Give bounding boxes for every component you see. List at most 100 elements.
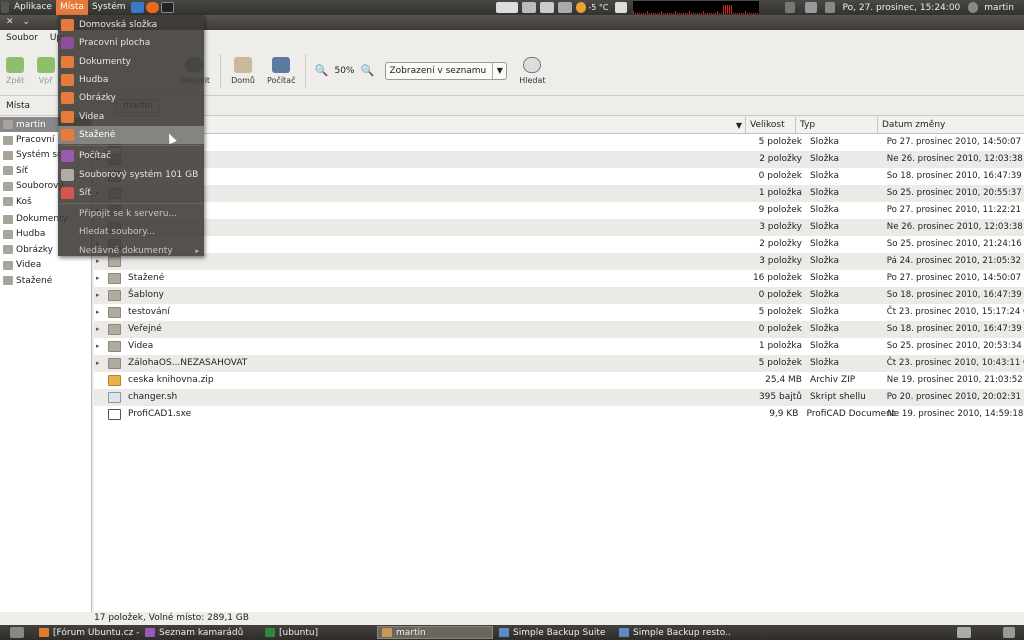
- taskbar-item[interactable]: [ubuntu]: [261, 626, 375, 639]
- show-desktop-icon[interactable]: [10, 627, 24, 638]
- table-row[interactable]: ▸ ZálohaOS...NEZASAHOVAT 5 položek Složka Čt…: [94, 355, 1024, 372]
- expander-icon[interactable]: ▸: [96, 321, 104, 338]
- places-menu-item[interactable]: Souborový systém 101 GB: [58, 165, 204, 183]
- table-row[interactable]: ▸ Stažené 16 položek Složka Po 27. prosinec …: [94, 270, 1024, 287]
- network-status-icon[interactable]: [784, 2, 795, 13]
- monitor-icon[interactable]: [540, 2, 555, 13]
- table-row[interactable]: ▸ testování 5 položek Složka Čt 23. prosinec…: [94, 304, 1024, 321]
- weather-temperature[interactable]: -5 °C: [588, 3, 608, 12]
- table-row[interactable]: ▸3 položkySložkaNe 26. prosinec 2010, 12…: [94, 219, 1024, 236]
- table-row[interactable]: ▸5 položekSložkaPo 27. prosinec 2010, 14…: [94, 134, 1024, 151]
- user-name[interactable]: martin: [984, 3, 1014, 13]
- places-pane-label[interactable]: Místa: [6, 101, 30, 111]
- table-row[interactable]: ▸ 3 položky Složka Pá 24. prosinec 2010, 21…: [94, 253, 1024, 270]
- places-menu-item[interactable]: Pracovní plocha: [58, 34, 204, 52]
- cell-type: Složka: [809, 256, 839, 266]
- close-icon[interactable]: ✕: [6, 17, 14, 27]
- table-row[interactable]: ▸ 2 položky Složka So 25. prosinec 2010, 21…: [94, 236, 1024, 253]
- column-date[interactable]: Datum změny: [878, 117, 1024, 134]
- keyboard-layout-icon[interactable]: [522, 2, 537, 13]
- back-button[interactable]: Zpět: [0, 50, 31, 92]
- volume-icon[interactable]: [824, 2, 835, 13]
- table-row[interactable]: ▸2 položkySložkaNe 26. prosinec 2010, 12…: [94, 151, 1024, 168]
- column-size[interactable]: Velikost: [746, 117, 796, 134]
- app-icon: [619, 628, 629, 637]
- dropdown-arrow-icon: ▼: [492, 62, 506, 79]
- places-menu-label: Hudba: [79, 75, 109, 86]
- cell-size: 5 položek: [758, 307, 802, 317]
- toolbar-separator: [220, 53, 222, 88]
- view-mode-select[interactable]: Zobrazení v seznamu ▼: [384, 61, 508, 80]
- trash-icon[interactable]: [1003, 627, 1015, 638]
- taskbar-item[interactable]: Simple Backup resto...: [615, 626, 731, 639]
- computer-button[interactable]: Počítač: [261, 50, 302, 92]
- expander-icon[interactable]: ▸: [96, 270, 104, 287]
- places-menu-item[interactable]: Videa: [58, 107, 204, 125]
- table-row[interactable]: ▸ Šablony 0 položek Složka So 18. prosinec 2…: [94, 287, 1024, 304]
- taskbar-item[interactable]: martin: [377, 626, 493, 639]
- places-menu-item[interactable]: Domovská složka: [58, 16, 204, 34]
- image-viewer-icon[interactable]: [558, 2, 573, 13]
- column-type[interactable]: Typ: [796, 117, 878, 134]
- expander-icon[interactable]: ▸: [96, 287, 104, 304]
- cell-date: So 25. prosinec 2010, 20:53:34 CET: [886, 341, 1024, 351]
- folder-icon: [3, 166, 13, 176]
- expander-icon[interactable]: ▸: [96, 338, 104, 355]
- table-row[interactable]: ▸ Videa 1 položka Složka So 25. prosinec 201…: [94, 338, 1024, 355]
- workspace-switcher-icon[interactable]: [957, 627, 971, 638]
- places-menu-item[interactable]: Stažené: [58, 125, 204, 145]
- menu-places[interactable]: Místa: [55, 0, 88, 15]
- clock[interactable]: Po, 27. prosinec, 15:24:00: [843, 3, 961, 13]
- taskbar-item[interactable]: [Fórum Ubuntu.cz - In...: [35, 626, 139, 639]
- applet-icon[interactable]: [614, 2, 627, 13]
- menu-system[interactable]: Systém: [88, 0, 130, 15]
- computer-icon: [272, 56, 291, 73]
- zoom-in-icon[interactable]: 🔍: [361, 64, 375, 77]
- places-menu-item[interactable]: Hudba: [58, 71, 204, 89]
- chevron-down-icon[interactable]: ⌄: [22, 17, 30, 27]
- menu-file[interactable]: Soubor: [0, 33, 44, 43]
- zoom-out-icon[interactable]: 🔍: [314, 64, 329, 77]
- places-menu-item[interactable]: Dokumenty: [58, 53, 204, 71]
- expander-icon[interactable]: ▸: [96, 355, 104, 372]
- places-menu-action[interactable]: Nedávné dokumenty ▸: [58, 242, 204, 260]
- folder-icon: [3, 276, 13, 286]
- places-menu-item[interactable]: Síť: [58, 184, 204, 202]
- table-row[interactable]: ceska knihovna.zip 25,4 MB Archiv ZIP Ne 19…: [94, 372, 1024, 389]
- firefox-icon[interactable]: [145, 2, 159, 13]
- forward-button[interactable]: Vpř: [31, 50, 61, 92]
- place-icon: [61, 37, 74, 50]
- terminal-icon[interactable]: [160, 2, 174, 13]
- places-menu-action[interactable]: Hledat soubory...: [58, 223, 204, 241]
- expander-icon[interactable]: ▸: [96, 304, 104, 321]
- mouse-icon[interactable]: [496, 2, 519, 13]
- cell-type: Složka: [809, 341, 839, 351]
- arrow-left-icon: [6, 56, 25, 73]
- weather-icon[interactable]: [576, 2, 587, 13]
- table-row[interactable]: changer.sh 395 bajtů Skript shellu Po 20. p…: [94, 389, 1024, 406]
- home-button[interactable]: Domů: [225, 50, 261, 92]
- cell-size: 3 položky: [759, 256, 802, 266]
- menu-applications[interactable]: Aplikace: [10, 0, 56, 15]
- places-menu-action[interactable]: Připojit se k serveru...: [58, 205, 204, 223]
- search-button[interactable]: Hledat: [513, 50, 551, 92]
- table-row[interactable]: ▸ Veřejné 0 položek Složka So 18. prosinec 2…: [94, 321, 1024, 338]
- file-name: Šablony: [128, 290, 164, 300]
- toolbar-separator: [305, 53, 307, 88]
- places-menu-item[interactable]: Počítač: [58, 147, 204, 165]
- sidebar-item-label: Síť: [16, 165, 28, 176]
- table-row[interactable]: ProfiCAD1.sxe 9,9 KB ProfiCAD Document Ne 1…: [94, 406, 1024, 423]
- system-monitor-graph[interactable]: [632, 1, 759, 14]
- taskbar-item[interactable]: Simple Backup Suite: [495, 626, 613, 639]
- network-app-icon[interactable]: [130, 2, 144, 13]
- mail-icon[interactable]: [804, 2, 817, 13]
- power-icon[interactable]: [968, 2, 979, 13]
- places-menu-item[interactable]: Obrázky: [58, 89, 204, 107]
- app-icon: [39, 628, 49, 637]
- taskbar-item[interactable]: Seznam kamarádů: [141, 626, 259, 639]
- sidebar-item[interactable]: Stažené: [0, 273, 91, 288]
- place-icon: [61, 110, 74, 123]
- table-row[interactable]: ▸9 položekSložkaPo 27. prosinec 2010, 11…: [94, 202, 1024, 219]
- table-row[interactable]: ▸0 položekSložkaSo 18. prosinec 2010, 16…: [94, 168, 1024, 185]
- table-row[interactable]: ▸1 položkaSložkaSo 25. prosinec 2010, 20…: [94, 185, 1024, 202]
